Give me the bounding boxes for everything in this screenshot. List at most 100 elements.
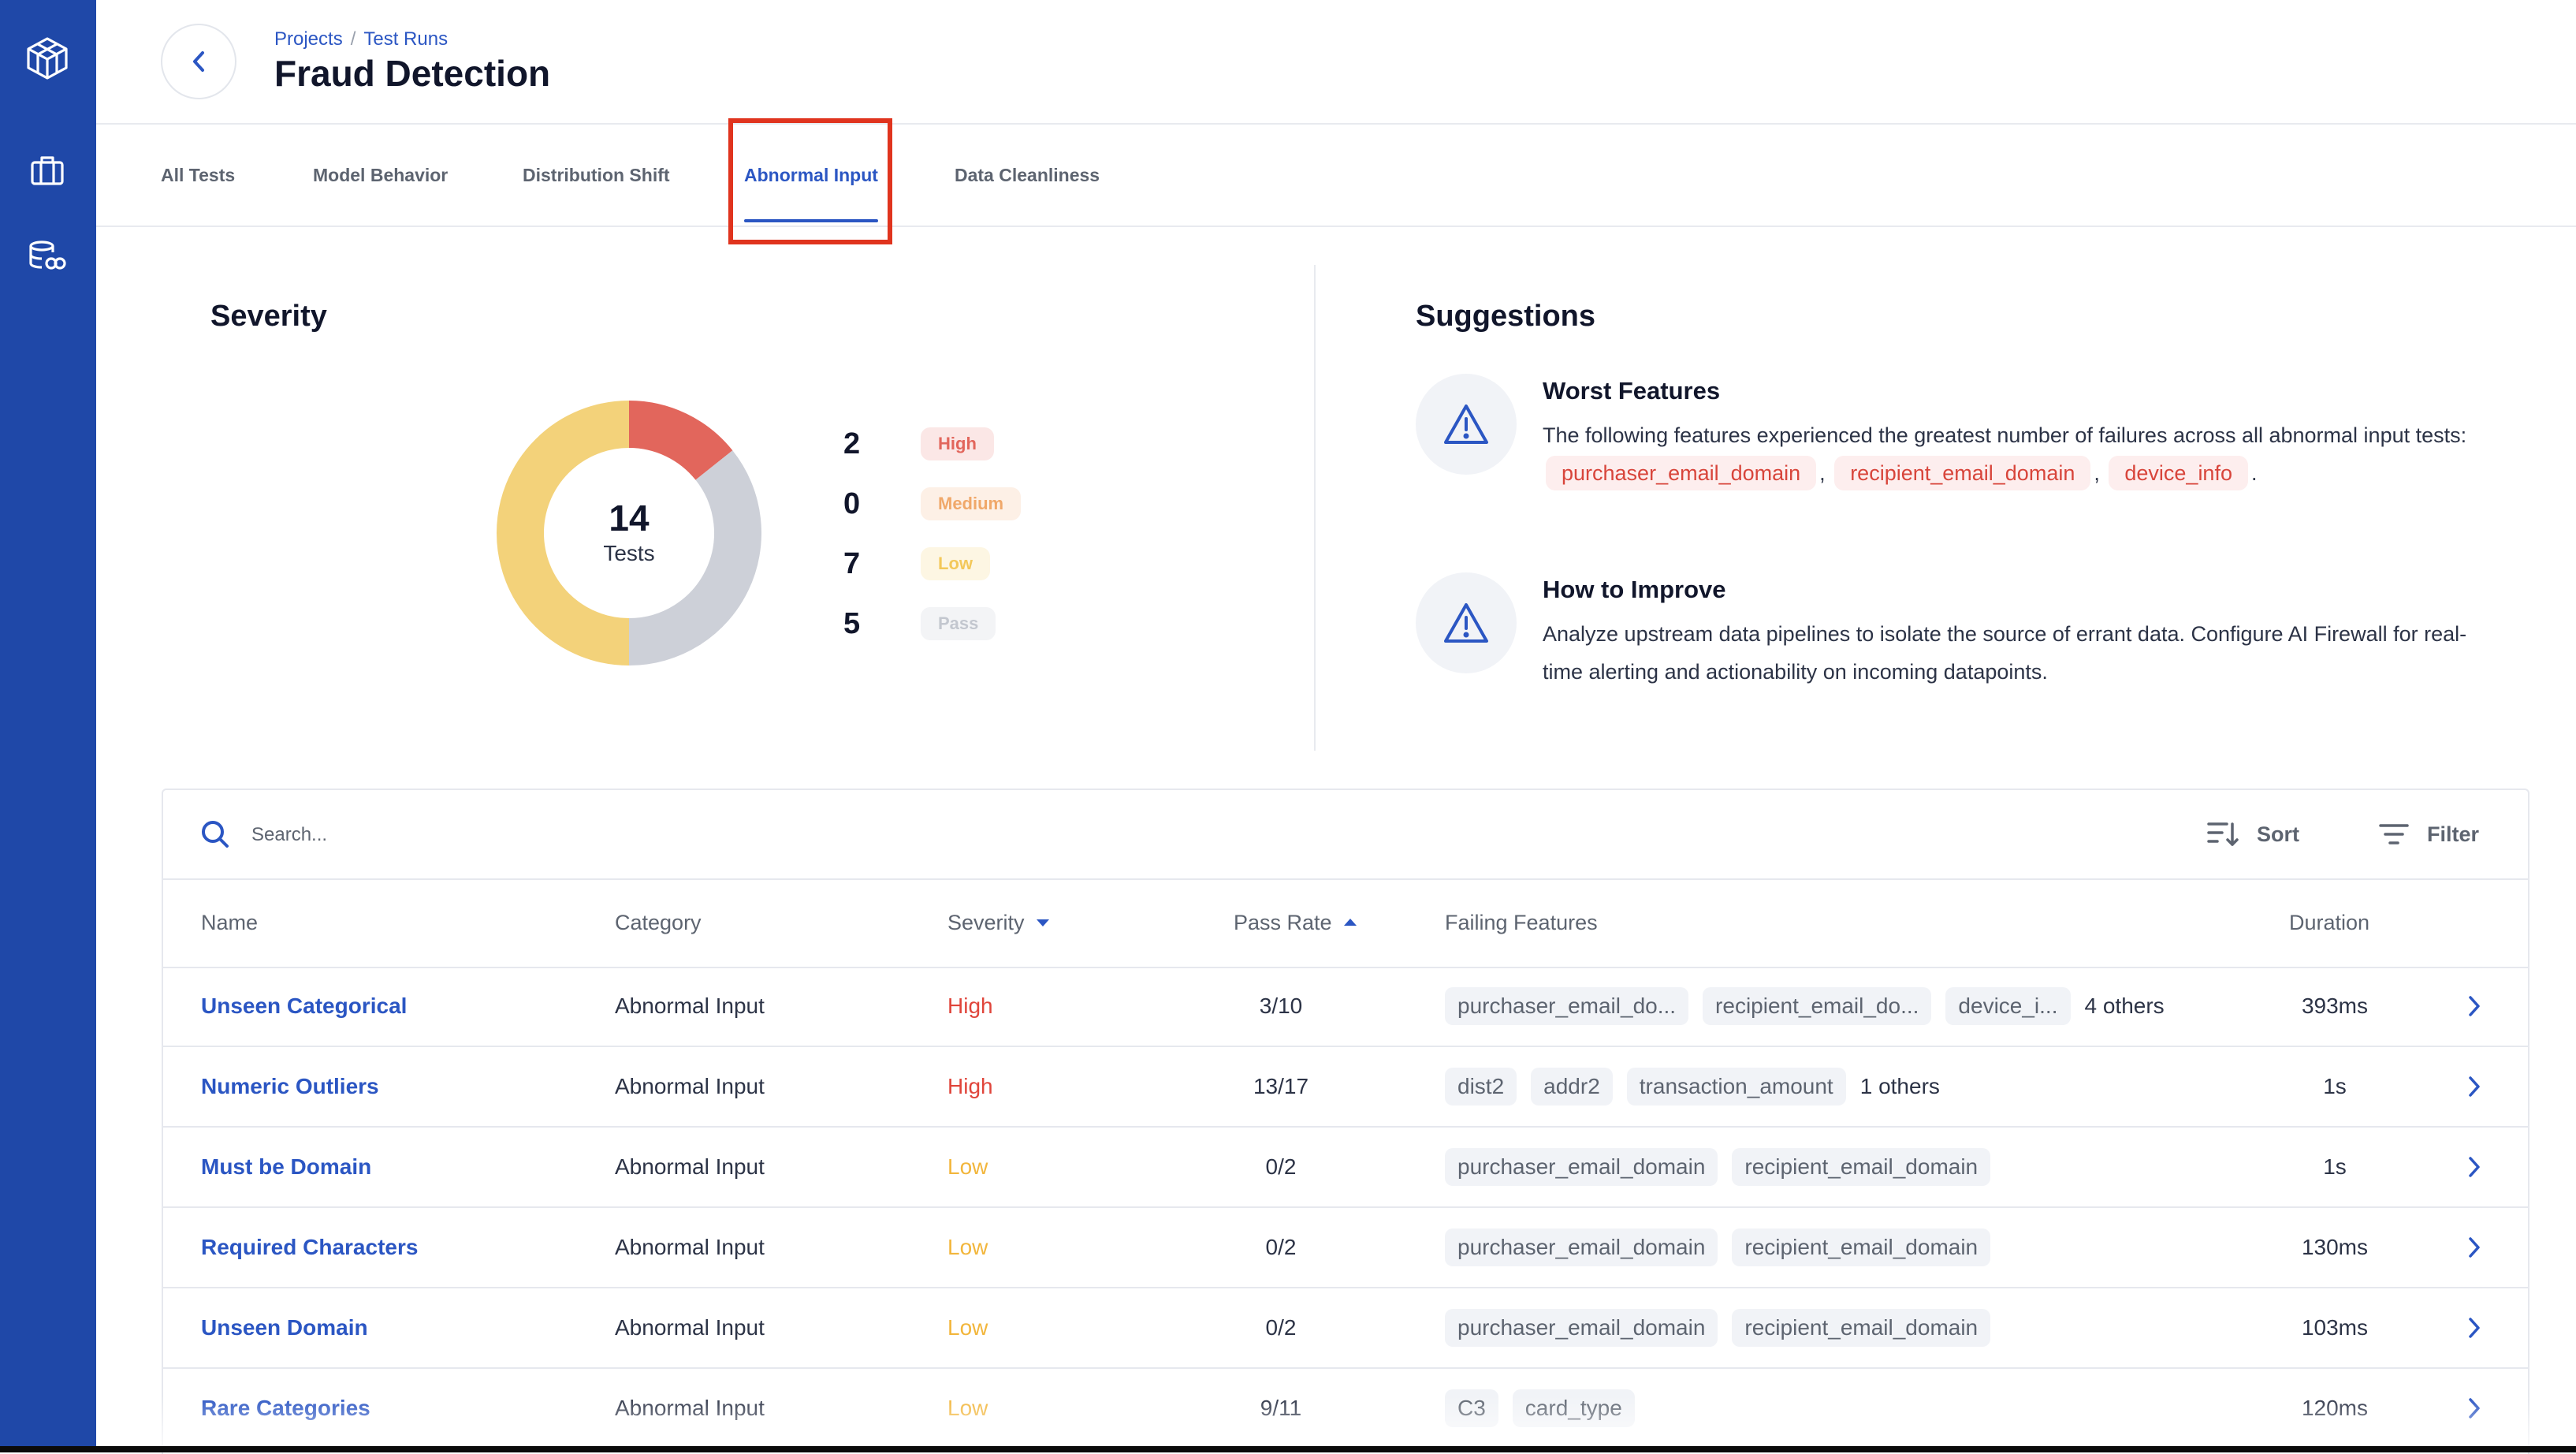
chevron-right-icon[interactable] bbox=[2468, 1288, 2481, 1367]
test-pass-rate: 0/2 bbox=[1265, 1154, 1297, 1179]
chevron-right-icon[interactable] bbox=[2468, 1208, 2481, 1287]
feature-tag: purchaser_email_do... bbox=[1445, 987, 1689, 1025]
back-button[interactable] bbox=[161, 24, 236, 99]
tab-all-tests[interactable]: All Tests bbox=[161, 125, 235, 226]
test-name-link[interactable]: Rare Categories bbox=[201, 1369, 370, 1448]
tests-table-card: Sort Filter Name Category Severity Pass … bbox=[162, 789, 2529, 1454]
sort-icon bbox=[2207, 822, 2239, 846]
test-name-link[interactable]: Unseen Categorical bbox=[201, 967, 407, 1046]
feature-tag: device_i... bbox=[1945, 987, 2071, 1025]
tab-bar: All Tests Model Behavior Distribution Sh… bbox=[96, 125, 2576, 227]
table-row[interactable]: Rare Categories Abnormal Input Low 9/11 C3 ca… bbox=[163, 1369, 2528, 1449]
severity-row-high: 2 High bbox=[843, 424, 994, 464]
feature-tag: dist2 bbox=[1445, 1068, 1517, 1105]
test-name-link[interactable]: Numeric Outliers bbox=[201, 1047, 379, 1126]
feature-tag: purchaser_email_domain bbox=[1445, 1228, 1718, 1266]
breadcrumb-test-runs[interactable]: Test Runs bbox=[363, 28, 448, 50]
failing-features: purchaser_email_domain recipient_email_do… bbox=[1445, 1128, 2005, 1206]
suggestion-text-how-to-improve: Analyze upstream data pipelines to isola… bbox=[1543, 622, 2467, 684]
feature-chip[interactable]: device_info bbox=[2109, 456, 2248, 490]
feature-tag: addr2 bbox=[1531, 1068, 1613, 1105]
column-header-failing-features[interactable]: Failing Features bbox=[1445, 878, 1598, 967]
logo-icon[interactable] bbox=[24, 35, 71, 82]
breadcrumb-projects[interactable]: Projects bbox=[274, 28, 343, 50]
warning-icon bbox=[1416, 572, 1517, 673]
severity-row-pass: 5 Pass bbox=[843, 604, 996, 643]
page-header: Projects / Test Runs Fraud Detection bbox=[96, 0, 2576, 125]
severity-count: 2 bbox=[843, 427, 861, 460]
test-duration: 1s bbox=[2323, 1154, 2347, 1179]
chevron-right-icon[interactable] bbox=[2468, 1369, 2481, 1448]
feature-chip[interactable]: purchaser_email_domain bbox=[1546, 456, 1817, 490]
test-name-link[interactable]: Required Characters bbox=[201, 1208, 418, 1287]
test-duration: 103ms bbox=[2301, 1315, 2369, 1340]
briefcase-icon[interactable] bbox=[24, 147, 71, 194]
sort-desc-icon bbox=[1036, 919, 1049, 926]
table-toolbar: Sort Filter bbox=[163, 790, 2528, 880]
feature-tag: recipient_email_domain bbox=[1732, 1309, 1991, 1347]
more-features-link[interactable]: 1 others bbox=[1860, 1074, 1940, 1099]
test-duration: 120ms bbox=[2301, 1396, 2369, 1420]
failing-features: C3 card_type bbox=[1445, 1369, 1649, 1448]
tab-abnormal-input[interactable]: Abnormal Input bbox=[744, 125, 878, 226]
test-pass-rate: 3/10 bbox=[1259, 994, 1303, 1018]
severity-count: 0 bbox=[843, 487, 861, 520]
table-row[interactable]: Numeric Outliers Abnormal Input High 13/17 d… bbox=[163, 1047, 2528, 1128]
filter-button[interactable]: Filter bbox=[2378, 812, 2479, 856]
search-icon bbox=[202, 821, 229, 848]
chevron-left-icon bbox=[193, 51, 204, 72]
database-link-icon[interactable] bbox=[24, 232, 71, 279]
failing-features: dist2 addr2 transaction_amount 1 others bbox=[1445, 1047, 1940, 1126]
test-category: Abnormal Input bbox=[615, 1074, 765, 1098]
feature-tag: transaction_amount bbox=[1626, 1068, 1846, 1105]
test-pass-rate: 9/11 bbox=[1260, 1396, 1302, 1420]
chevron-right-icon[interactable] bbox=[2468, 1128, 2481, 1206]
tab-model-behavior[interactable]: Model Behavior bbox=[313, 125, 448, 226]
severity-row-medium: 0 Medium bbox=[843, 484, 1022, 524]
feature-tag: purchaser_email_domain bbox=[1445, 1309, 1718, 1347]
test-category: Abnormal Input bbox=[615, 1396, 765, 1420]
test-category: Abnormal Input bbox=[615, 994, 765, 1018]
table-row[interactable]: Unseen Categorical Abnormal Input High 3/10… bbox=[163, 967, 2528, 1047]
feature-chip[interactable]: recipient_email_domain bbox=[1834, 456, 2091, 490]
tab-distribution-shift[interactable]: Distribution Shift bbox=[523, 125, 670, 226]
search-input[interactable] bbox=[250, 814, 1199, 856]
left-nav-rail bbox=[0, 0, 96, 1452]
column-header-pass-rate[interactable]: Pass Rate bbox=[1234, 878, 1357, 967]
severity-count: 5 bbox=[843, 606, 861, 640]
table-row[interactable]: Must be Domain Abnormal Input Low 0/2 purcha… bbox=[163, 1128, 2528, 1208]
test-severity: Low bbox=[947, 1235, 988, 1259]
table-row[interactable]: Required Characters Abnormal Input Low 0/2 p… bbox=[163, 1208, 2528, 1288]
failing-features: purchaser_email_do... recipient_email_do.… bbox=[1445, 967, 2165, 1046]
chevron-right-icon[interactable] bbox=[2468, 1047, 2481, 1126]
sort-label: Sort bbox=[2257, 822, 2299, 846]
test-category: Abnormal Input bbox=[615, 1154, 765, 1179]
test-category: Abnormal Input bbox=[615, 1315, 765, 1340]
sort-button[interactable]: Sort bbox=[2206, 812, 2299, 856]
test-category: Abnormal Input bbox=[615, 1235, 765, 1259]
column-header-severity[interactable]: Severity bbox=[947, 878, 1050, 967]
table-header: Name Category Severity Pass Rate Failing… bbox=[163, 878, 2528, 968]
suggestion-text-worst-features: The following features experienced the g… bbox=[1543, 416, 2489, 492]
donut-total-label: Tests bbox=[603, 541, 655, 565]
test-name-link[interactable]: Must be Domain bbox=[201, 1128, 371, 1206]
suggestion-heading-how-to-improve: How to Improve bbox=[1543, 576, 1726, 603]
test-pass-rate: 0/2 bbox=[1265, 1235, 1297, 1259]
severity-badge-low: Low bbox=[921, 547, 990, 580]
more-features-link[interactable]: 4 others bbox=[2085, 994, 2165, 1019]
column-header-duration[interactable]: Duration bbox=[2289, 878, 2369, 967]
test-name-link[interactable]: Unseen Domain bbox=[201, 1288, 368, 1367]
window-bottom-edge bbox=[0, 1446, 2576, 1452]
test-severity: Low bbox=[947, 1154, 988, 1179]
table-row[interactable]: Unseen Domain Abnormal Input Low 0/2 purchas… bbox=[163, 1288, 2528, 1369]
suggestion-heading-worst-features: Worst Features bbox=[1543, 377, 1721, 405]
test-severity: High bbox=[947, 1074, 993, 1098]
filter-icon bbox=[2379, 824, 2409, 844]
column-header-category[interactable]: Category bbox=[615, 878, 702, 967]
column-header-name[interactable]: Name bbox=[201, 878, 258, 967]
severity-badge-medium: Medium bbox=[921, 487, 1022, 520]
chevron-right-icon[interactable] bbox=[2468, 967, 2481, 1046]
breadcrumb: Projects / Test Runs bbox=[274, 28, 449, 50]
tab-data-cleanliness[interactable]: Data Cleanliness bbox=[955, 125, 1100, 226]
test-severity: Low bbox=[947, 1315, 988, 1340]
